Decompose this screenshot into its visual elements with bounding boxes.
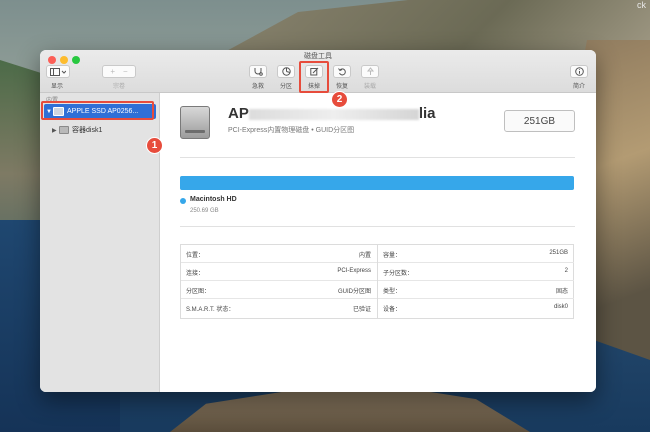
disk-description: PCI-Express内置物理磁盘 • GUID分区图 (228, 127, 355, 134)
first-aid-button[interactable] (249, 65, 267, 78)
info-column-right: 容量： 251GB 子分区数： 2 类型： 固态 设备： disk0 (378, 245, 574, 318)
info-key: 位置： (186, 253, 205, 259)
volume-color-dot (180, 198, 186, 204)
divider (180, 157, 575, 158)
disk-info-table: 位置： 内置 连接： PCI-Express 分区图： GUID分区图 S.M.A.R… (180, 244, 574, 319)
corner-text: ck (637, 0, 646, 10)
volume-size: 250.69 GB (190, 208, 219, 214)
disk-utility-window: 磁盘工具 显示 + − 宗卷 急救 分区 抹掉 恢复 装载 简介 内置 ▼ AP… (40, 50, 596, 392)
info-key: 设备： (383, 307, 402, 313)
disk-name: AP lia (228, 105, 436, 122)
partition-label: 分区 (279, 84, 292, 90)
pie-chart-icon (281, 67, 291, 76)
info-row: 设备： disk0 (378, 299, 574, 317)
info-row: 位置： 内置 (181, 245, 377, 263)
volume-name: Macintosh HD (190, 196, 237, 203)
info-key: 容量： (383, 253, 402, 259)
usage-bar-fill (180, 176, 574, 190)
disk-name-suffix: lia (418, 105, 436, 122)
info-value: 内置 (358, 253, 371, 259)
info-row: 连接： PCI-Express (181, 263, 377, 281)
sidebar-icon (50, 67, 66, 76)
info-row: 容量： 251GB (378, 245, 574, 263)
info-value: 已验证 (352, 307, 371, 313)
sidebar: 内置 ▼ APPLE SSD AP0256... ▶ 容器disk1 (40, 93, 160, 392)
disk-highlight-annotation (41, 101, 154, 120)
volume-label: 宗卷 (112, 84, 125, 90)
internal-disk-icon (180, 106, 210, 139)
disk-name-prefix: AP (228, 105, 249, 122)
info-column-left: 位置： 内置 连接： PCI-Express 分区图： GUID分区图 S.M.A.R… (181, 245, 378, 318)
disk-detail-pane: AP lia PCI-Express内置物理磁盘 • GUID分区图 251GB … (160, 93, 596, 392)
window-title: 磁盘工具 (304, 53, 332, 60)
info-value: disk0 (553, 304, 568, 310)
usage-bar (180, 176, 574, 190)
info-row: 子分区数： 2 (378, 263, 574, 281)
info-label: 简介 (572, 84, 585, 90)
info-key: 子分区数： (383, 271, 414, 277)
info-value: 251GB (549, 250, 568, 256)
restore-icon (337, 68, 346, 76)
info-key: 连接： (186, 271, 205, 277)
volume-icon (59, 126, 69, 134)
plus-icon: + (110, 67, 115, 76)
erase-highlight-annotation (299, 61, 329, 93)
mount-icon (366, 67, 374, 75)
info-row: 类型： 固态 (378, 281, 574, 299)
info-row: S.M.A.R.T. 状态： 已验证 (181, 299, 377, 317)
volume-add-remove-button[interactable]: + − (102, 65, 136, 78)
info-icon (574, 67, 584, 76)
redacted-blur (248, 108, 419, 120)
stethoscope-icon (254, 68, 263, 76)
info-value: PCI-Express (337, 268, 371, 274)
sidebar-container-name: 容器disk1 (72, 127, 103, 134)
step-1-badge: 1 (146, 137, 163, 154)
first-aid-label: 急救 (251, 84, 264, 90)
info-value: 固态 (555, 289, 568, 295)
minus-icon: − (123, 67, 128, 76)
info-key: 类型： (383, 289, 402, 295)
step-2-badge: 2 (331, 91, 348, 108)
mount-label: 装载 (363, 84, 376, 90)
info-value: GUID分区图 (337, 289, 371, 295)
info-value: 2 (564, 268, 568, 274)
partition-button[interactable] (277, 65, 295, 78)
view-toggle-button[interactable] (46, 65, 70, 78)
info-row: 分区图： GUID分区图 (181, 281, 377, 299)
mount-button[interactable] (361, 65, 379, 78)
restore-label: 恢复 (335, 84, 348, 90)
view-label: 显示 (50, 84, 63, 90)
info-key: 分区图： (186, 289, 211, 295)
divider (180, 226, 575, 227)
restore-button[interactable] (333, 65, 351, 78)
sidebar-item-container[interactable]: ▶ 容器disk1 (52, 124, 102, 136)
info-button[interactable] (570, 65, 588, 78)
capacity-badge: 251GB (504, 110, 575, 132)
disclosure-triangle-icon[interactable]: ▶ (52, 127, 59, 134)
info-key: S.M.A.R.T. 状态： (186, 307, 235, 313)
